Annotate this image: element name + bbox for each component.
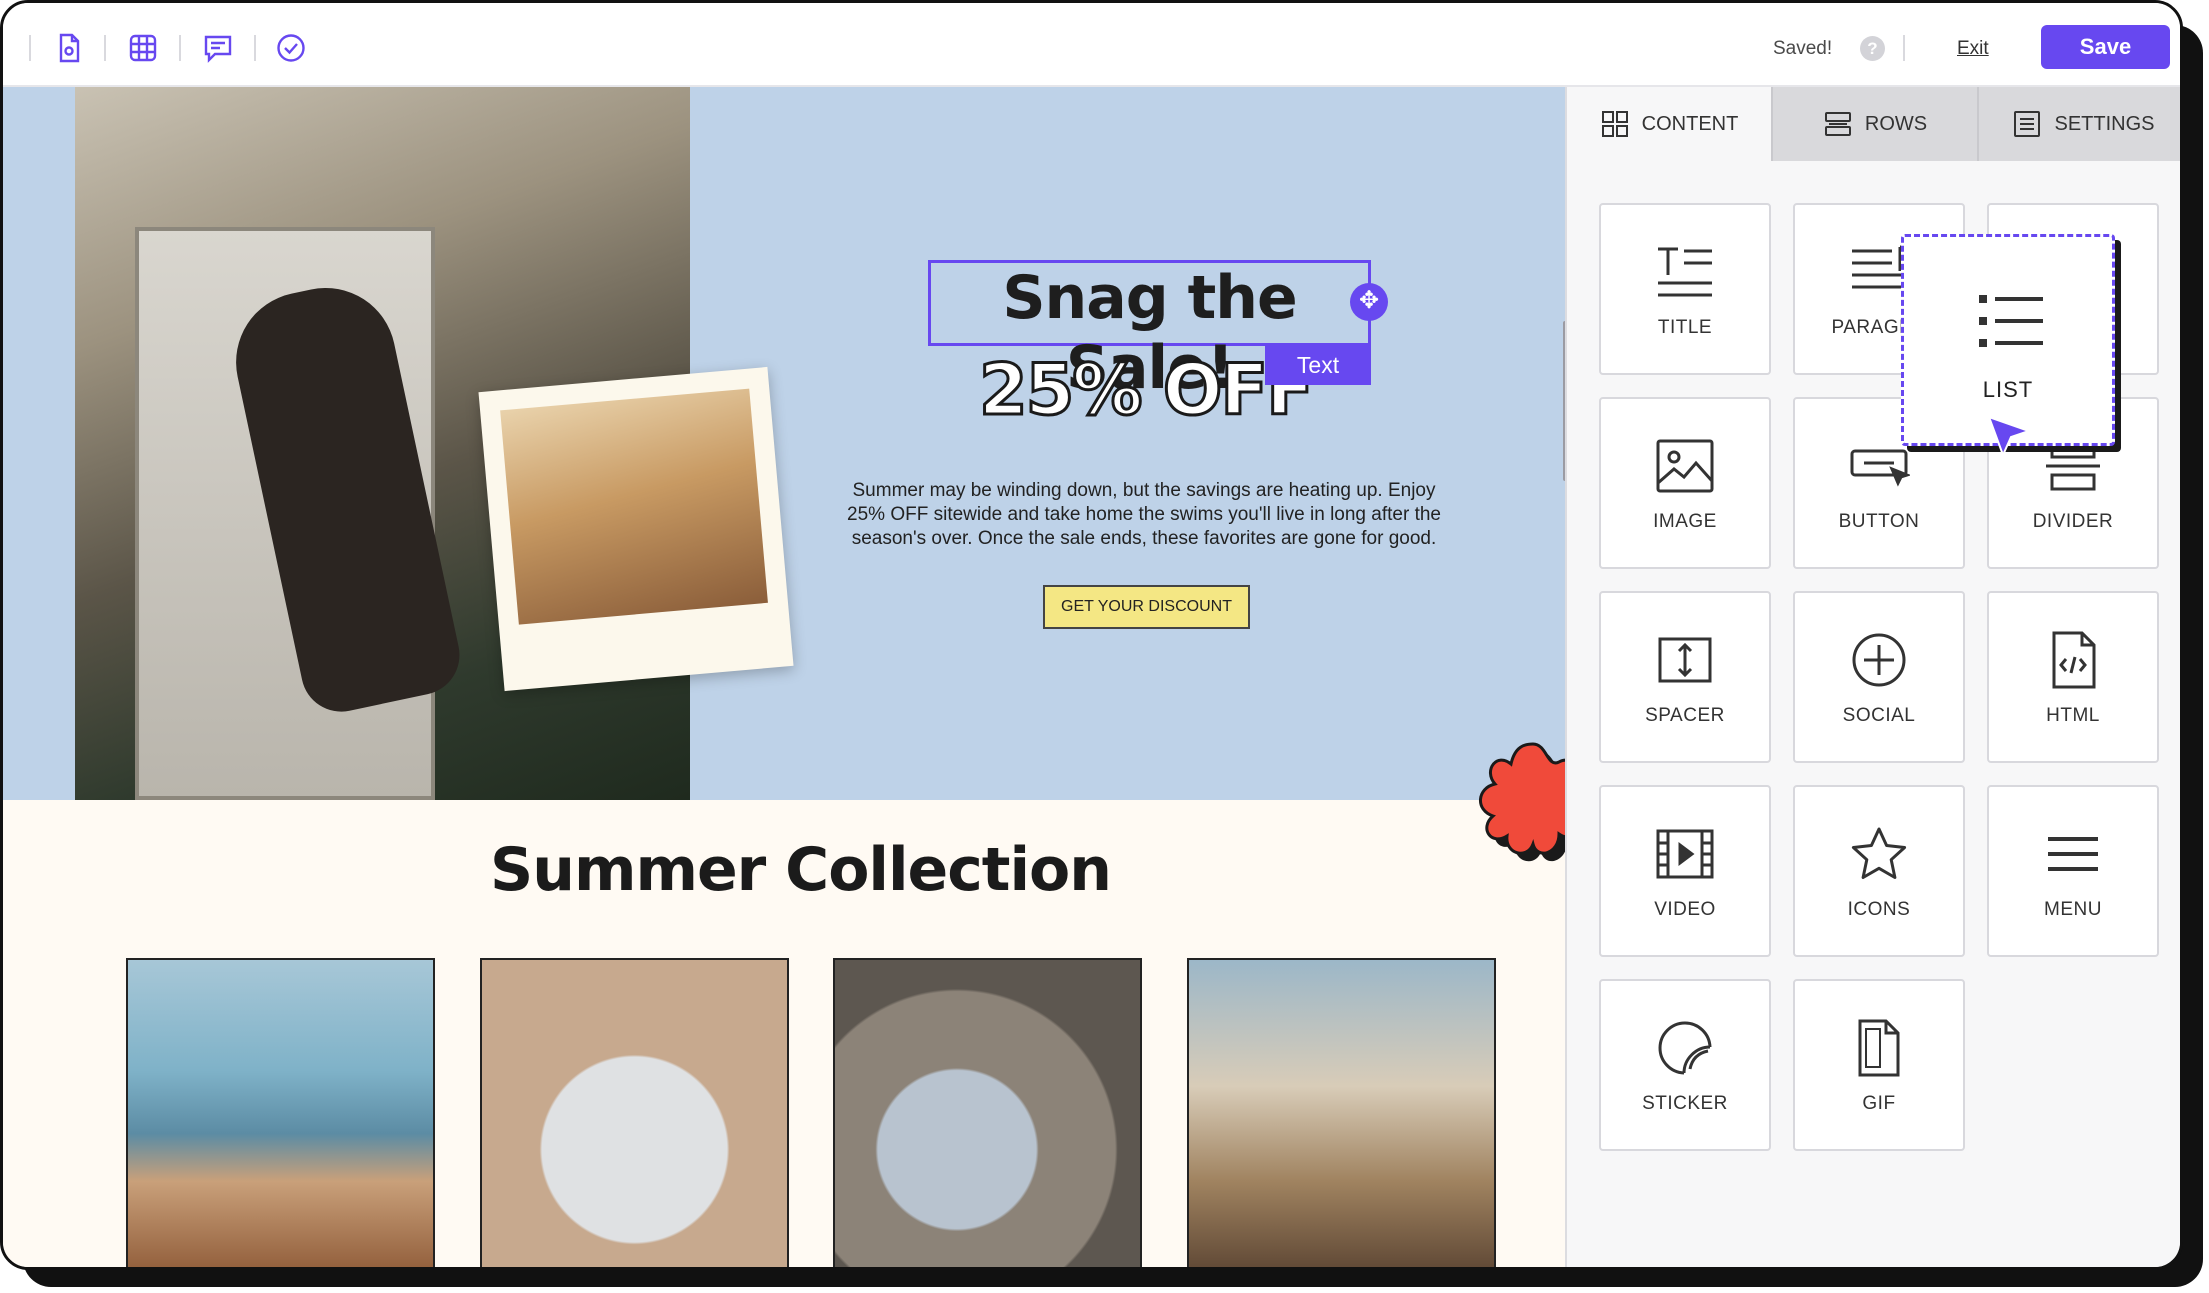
email-canvas: Snag the Sale! 25% OFF Text ✥ Summer may… [3,87,1565,1267]
document-settings-icon[interactable] [52,31,86,65]
hero-section[interactable]: Snag the Sale! 25% OFF Text ✥ Summer may… [3,87,1565,800]
tab-rows[interactable]: ROWS [1773,87,1979,161]
save-button[interactable]: Save [2041,25,2170,69]
block-icons[interactable]: ICONS [1793,785,1965,957]
block-title[interactable]: TITLE [1599,203,1771,375]
product-image[interactable] [480,958,789,1267]
grid-icon[interactable] [126,31,160,65]
settings-list-icon [2014,111,2041,137]
block-spacer[interactable]: SPACER [1599,591,1771,763]
block-sticker[interactable]: STICKER [1599,979,1771,1151]
block-label: HTML [2046,705,2100,726]
block-label: SPACER [1645,705,1725,726]
image-icon [1654,435,1716,497]
panel-tabs: CONTENT ROWS SETTINGS [1567,87,2180,161]
gif-icon [1848,1017,1910,1079]
help-icon[interactable]: ? [1860,36,1885,61]
selection-tag: Text [1265,345,1371,385]
block-label: STICKER [1642,1093,1728,1114]
block-social[interactable]: SOCIAL [1793,591,1965,763]
block-image[interactable]: IMAGE [1599,397,1771,569]
get-discount-button[interactable]: GET YOUR DISCOUNT [1043,585,1250,629]
list-icon [1977,287,2045,355]
block-label: GIF [1862,1093,1896,1114]
block-video[interactable]: VIDEO [1599,785,1771,957]
title-icon [1654,241,1716,303]
save-status: Saved! [1773,38,1833,59]
block-label: IMAGE [1653,511,1717,532]
block-menu[interactable]: MENU [1987,785,2159,957]
rows-icon [1824,112,1851,136]
cursor-pointer-icon [1987,415,2033,458]
block-label: SOCIAL [1842,705,1916,726]
product-image[interactable] [833,958,1142,1267]
comment-icon[interactable] [201,31,235,65]
block-label: TITLE [1657,317,1713,338]
tab-settings[interactable]: SETTINGS [1979,87,2180,161]
layout-grid-icon [1601,111,1628,137]
polaroid-image [500,388,768,625]
toolbar-divider [1903,35,1905,61]
collection-title[interactable]: Summer Collection [3,835,1565,905]
block-label: DIVIDER [2032,511,2114,532]
html-icon [2042,629,2104,691]
tab-label: ROWS [1864,112,1928,135]
exit-link[interactable]: Exit [1957,38,1989,60]
move-icon[interactable]: ✥ [1350,283,1388,321]
block-label: ICONS [1847,899,1911,920]
sticker-icon [1654,1017,1716,1079]
social-icon [1848,629,1910,691]
hero-body-text[interactable]: Summer may be winding down, but the savi… [843,479,1445,551]
tab-label: CONTENT [1641,112,1739,135]
toolbar-divider [254,35,256,61]
block-label: BUTTON [1838,511,1920,532]
star-icon [1848,823,1910,885]
toolbar-divider [29,35,31,61]
spacer-icon [1654,629,1716,691]
block-gif[interactable]: GIF [1793,979,1965,1151]
block-label: VIDEO [1654,899,1716,920]
menu-icon [2042,823,2104,885]
toolbar-divider [104,35,106,61]
video-icon [1654,823,1716,885]
email-editor-window: Saved! ? Exit Save Snag the Sale! 25% OF… [0,0,2183,1270]
polaroid-photo[interactable] [478,366,794,692]
block-label: MENU [2044,899,2102,920]
check-circle-icon[interactable] [274,31,308,65]
dragging-block-label: LIST [1982,377,2034,402]
toolbar-divider [179,35,181,61]
tab-label: SETTINGS [2054,112,2155,135]
top-toolbar: Saved! ? Exit Save [3,3,2180,87]
product-image[interactable] [126,958,435,1267]
product-image[interactable] [1187,958,1496,1267]
button-icon [1848,435,1912,497]
tab-content[interactable]: CONTENT [1567,87,1773,161]
block-html[interactable]: HTML [1987,591,2159,763]
